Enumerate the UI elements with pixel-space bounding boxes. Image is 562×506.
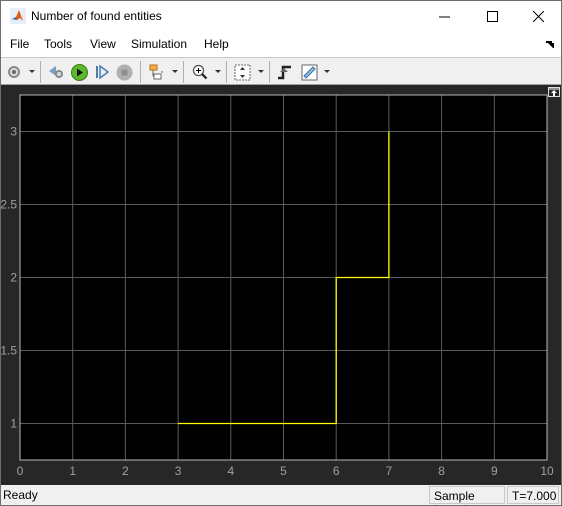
cursor-measurements-button[interactable] xyxy=(300,62,318,82)
x-tick-label: 10 xyxy=(540,464,554,478)
zoom-in-icon xyxy=(192,64,208,80)
x-tick-label: 8 xyxy=(438,464,445,478)
toolbar-separator xyxy=(183,61,184,83)
toolbar-separator xyxy=(140,61,141,83)
scope-window: Number of found entities File Tools View… xyxy=(0,0,562,506)
triggers-icon xyxy=(278,65,291,80)
menu-help[interactable]: Help xyxy=(204,37,229,51)
y-tick-label: 1 xyxy=(10,417,17,431)
highlight-dropdown-arrow[interactable] xyxy=(172,70,178,73)
step-back-icon xyxy=(49,66,63,78)
minimize-button[interactable] xyxy=(421,1,467,32)
settings-button[interactable] xyxy=(5,62,23,82)
toolbar-separator xyxy=(269,61,270,83)
toolbar-separator xyxy=(40,61,41,83)
scale-dropdown-arrow[interactable] xyxy=(258,70,264,73)
y-tick-label: 3 xyxy=(10,125,17,139)
y-tick-label: 2.5 xyxy=(1,198,17,212)
menu-view[interactable]: View xyxy=(90,37,116,51)
cursor-measurements-icon xyxy=(301,64,317,80)
triggers-button[interactable] xyxy=(276,62,294,82)
stop-button[interactable] xyxy=(115,62,133,82)
x-tick-label: 6 xyxy=(333,464,340,478)
menu-tools[interactable]: Tools xyxy=(44,37,72,51)
highlight-block-icon xyxy=(149,64,163,80)
scope-display: 0 1 2 3 4 5 6 7 8 9 10 1 1.5 2 2.5 3 xyxy=(0,85,561,485)
measurements-dropdown-arrow[interactable] xyxy=(324,70,330,73)
y-tick-label: 2 xyxy=(10,271,17,285)
status-bar: Ready Sample based T=7.000 xyxy=(1,485,561,506)
scale-axes-button[interactable] xyxy=(233,62,251,82)
autoscale-legend-toggle-button[interactable] xyxy=(548,87,560,97)
scope-plot[interactable]: 0 1 2 3 4 5 6 7 8 9 10 1 1.5 2 2.5 3 xyxy=(0,85,561,485)
close-button[interactable] xyxy=(515,1,561,32)
zoom-dropdown-arrow[interactable] xyxy=(215,70,221,73)
x-tick-label: 4 xyxy=(227,464,234,478)
maximize-button[interactable] xyxy=(469,1,515,32)
undock-icon[interactable] xyxy=(546,41,555,49)
maximize-icon xyxy=(486,11,498,22)
minimize-icon xyxy=(438,16,450,18)
menu-file[interactable]: File xyxy=(10,37,29,51)
status-ready: Ready xyxy=(3,488,38,502)
matlab-logo-icon xyxy=(10,8,26,24)
highlight-block-button[interactable] xyxy=(147,62,165,82)
toolbar xyxy=(1,57,561,85)
x-tick-label: 5 xyxy=(280,464,287,478)
x-tick-label: 9 xyxy=(491,464,498,478)
menu-bar: File Tools View Simulation Help xyxy=(1,34,561,56)
x-tick-label: 3 xyxy=(175,464,182,478)
y-tick-label: 1.5 xyxy=(1,344,17,358)
settings-gear-icon xyxy=(8,66,20,78)
run-icon xyxy=(70,63,88,81)
status-sim-time: T=7.000 xyxy=(507,486,559,504)
arrow-up-icon xyxy=(549,88,559,96)
step-forward-button[interactable] xyxy=(93,62,111,82)
zoom-button[interactable] xyxy=(191,62,209,82)
x-tick-label: 2 xyxy=(122,464,129,478)
close-icon xyxy=(532,11,544,22)
run-button[interactable] xyxy=(70,62,88,82)
step-forward-icon xyxy=(96,64,110,80)
status-sample-mode: Sample based xyxy=(429,486,505,506)
step-back-button[interactable] xyxy=(47,62,67,82)
x-tick-label: 1 xyxy=(69,464,76,478)
x-tick-label: 0 xyxy=(17,464,24,478)
x-tick-label: 7 xyxy=(386,464,393,478)
window-title: Number of found entities xyxy=(31,9,162,23)
title-bar: Number of found entities xyxy=(1,1,561,32)
stop-icon xyxy=(116,64,132,80)
menu-simulation[interactable]: Simulation xyxy=(131,37,187,51)
settings-dropdown-arrow[interactable] xyxy=(29,70,35,73)
toolbar-separator xyxy=(226,61,227,83)
scale-y-axis-icon xyxy=(234,64,250,80)
